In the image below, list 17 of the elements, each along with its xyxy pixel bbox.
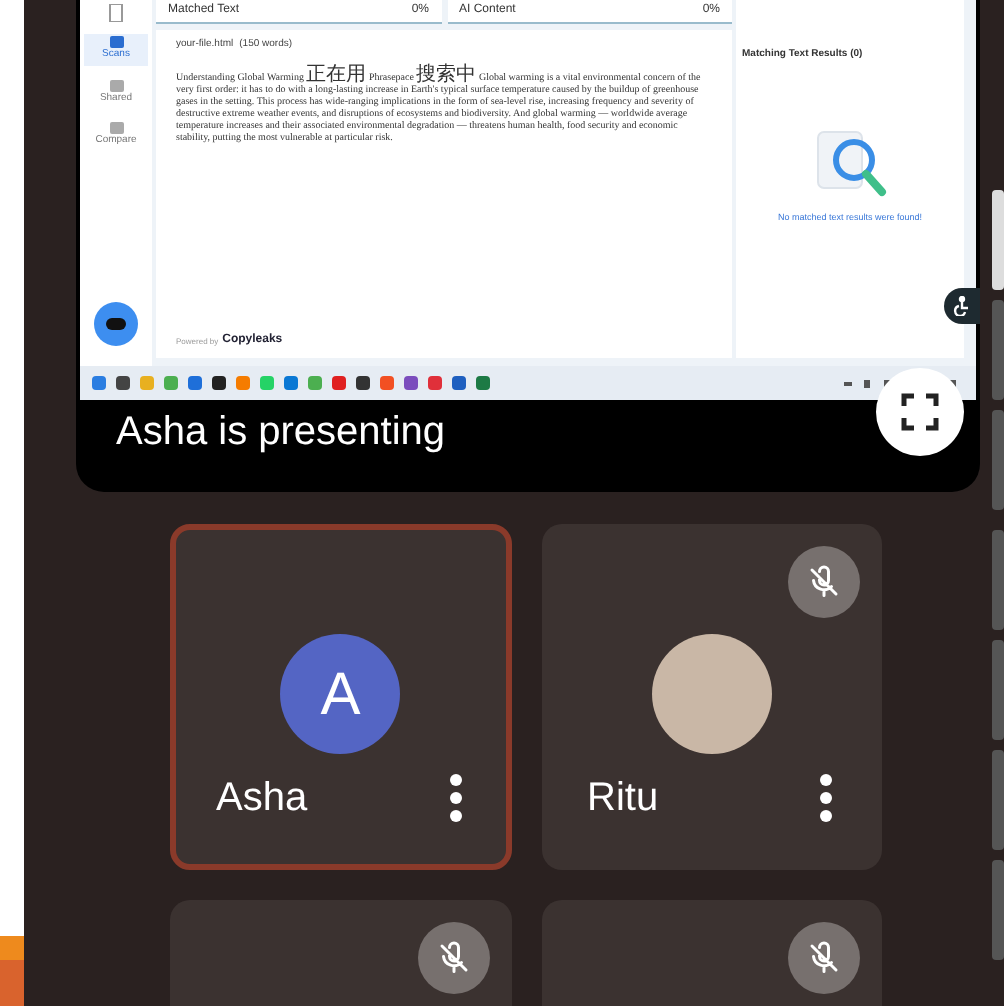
participant-name: Asha — [216, 774, 308, 824]
wheelchair-icon — [952, 296, 972, 316]
more-options-icon[interactable] — [449, 774, 461, 822]
mic-off-icon — [435, 940, 471, 976]
presenting-label: Asha is presenting — [116, 408, 446, 458]
participant-name: Ritu — [587, 774, 659, 824]
document-icon — [108, 4, 124, 22]
accessibility-button[interactable] — [944, 288, 980, 324]
more-options-icon[interactable] — [820, 774, 832, 822]
edge-stripe — [0, 936, 24, 1006]
mic-off-icon — [806, 940, 842, 976]
avatar: A — [280, 634, 401, 754]
chat-icon — [106, 317, 126, 331]
mic-off-icon — [806, 564, 842, 600]
fullscreen-icon — [900, 392, 940, 432]
fullscreen-button[interactable] — [876, 368, 964, 456]
chat-button[interactable] — [94, 302, 138, 346]
